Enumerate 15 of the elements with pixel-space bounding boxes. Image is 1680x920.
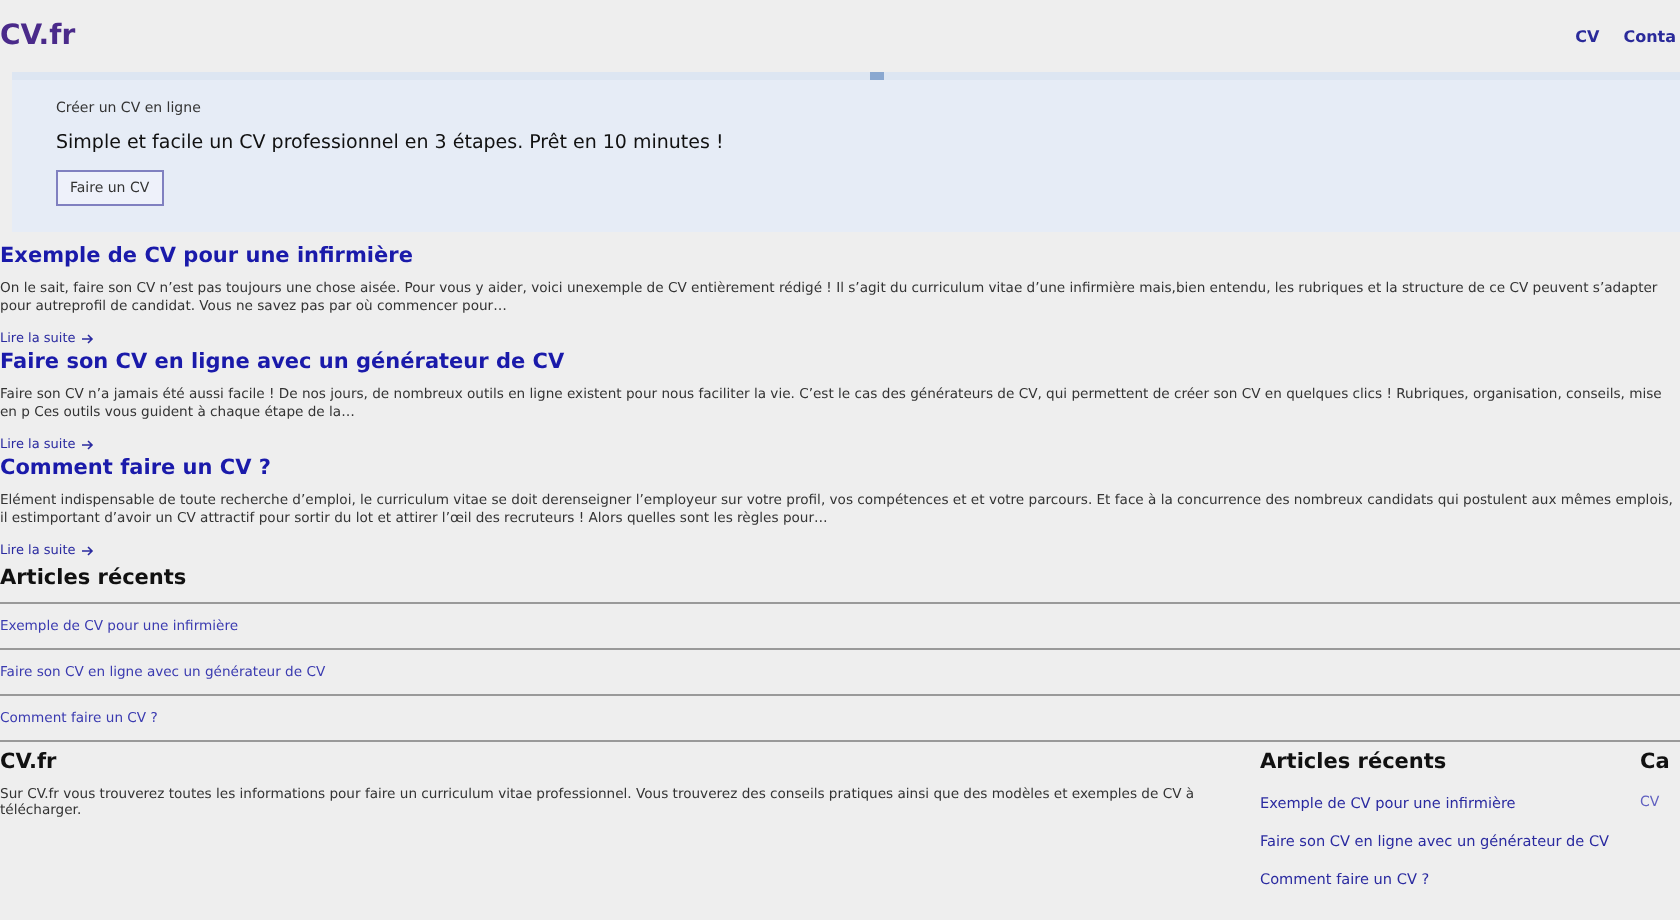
footer-title: Articles récents bbox=[1260, 750, 1449, 774]
article-title[interactable]: Comment faire un CV ? bbox=[0, 456, 1680, 480]
footer-title: Ca bbox=[1640, 750, 1664, 774]
nav-link[interactable]: CV bbox=[1575, 27, 1600, 45]
article-title[interactable]: Exemple de CV pour une infirmière bbox=[0, 244, 1680, 268]
article-title[interactable]: Faire son CV en ligne avec un générateur de CV bbox=[0, 350, 1680, 374]
nav-link[interactable]: Conta bbox=[1623, 27, 1676, 45]
arrow-icon bbox=[81, 545, 94, 555]
footer-title: CV.fr bbox=[0, 750, 59, 774]
arrow-icon bbox=[81, 439, 94, 449]
section-title: Articles récents bbox=[0, 566, 189, 590]
arrow-icon bbox=[81, 333, 94, 343]
site-logo[interactable]: CV.fr bbox=[0, 20, 76, 52]
hero-text: Simple et facile un CV professionnel en 3 étapes. Prêt en 10 minutes ! bbox=[56, 132, 726, 154]
handle-icon bbox=[870, 72, 884, 80]
